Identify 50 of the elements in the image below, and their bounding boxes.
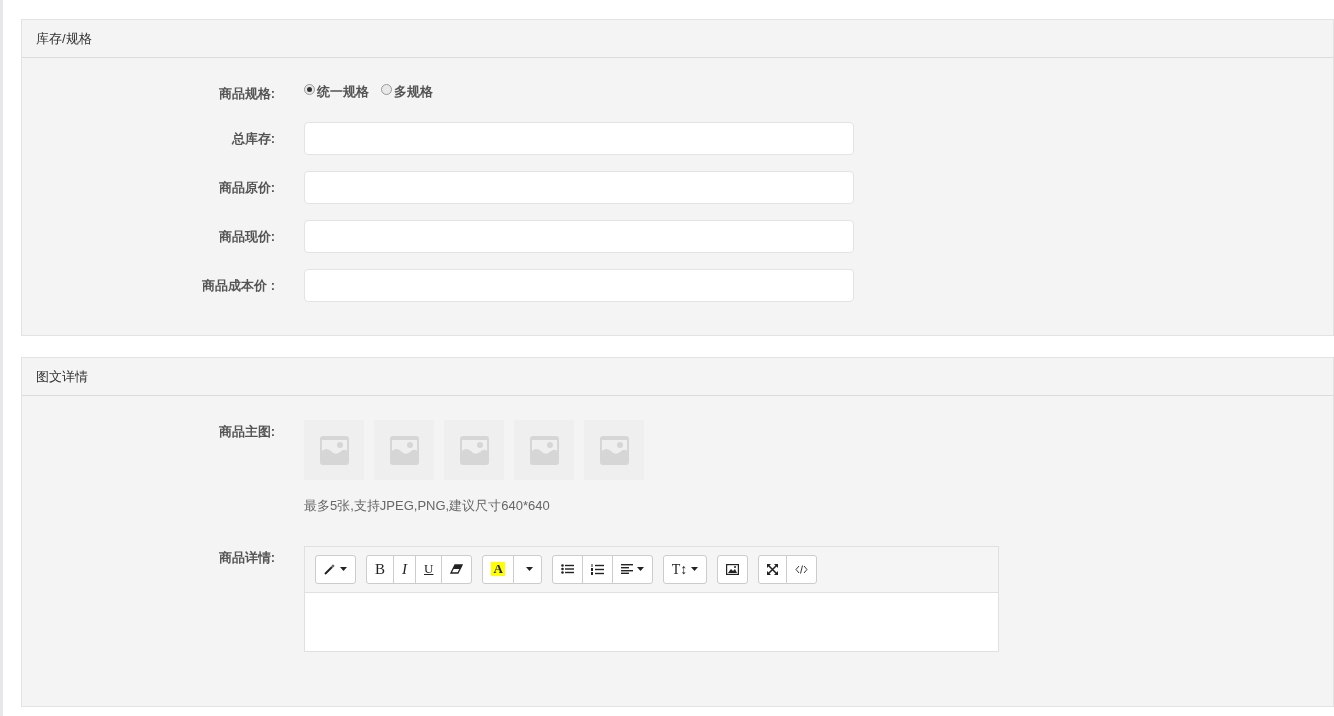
image-placeholder-icon [529, 435, 559, 465]
fullscreen-button[interactable] [758, 554, 788, 584]
eraser-button[interactable] [441, 554, 473, 584]
eraser-icon [450, 564, 464, 574]
caret-icon [525, 567, 533, 571]
dropdown-button[interactable] [512, 554, 542, 584]
align-left-button[interactable] [611, 554, 653, 584]
format-button[interactable]: T↕ [662, 554, 708, 584]
panel-title: 库存/规格 [22, 20, 1333, 58]
text-input[interactable] [304, 269, 854, 302]
highlight-color-button[interactable]: A [482, 554, 514, 584]
image-placeholder-icon [389, 435, 419, 465]
image-upload-slot[interactable] [584, 420, 644, 480]
numbered-list-button[interactable] [581, 554, 613, 584]
image-placeholder-icon [459, 435, 489, 465]
numbered-list-icon [590, 563, 604, 575]
upload-hint: 最多5张,支持JPEG,PNG,建议尺寸640*640 [304, 497, 551, 515]
picture-icon [726, 563, 740, 575]
field-label: 商品主图: [217, 423, 276, 441]
fullscreen-icon [767, 563, 779, 575]
code-icon [795, 564, 809, 574]
format-button[interactable]: B [366, 554, 394, 584]
radio-option[interactable]: 多规格 [381, 82, 433, 112]
bullet-list-icon [560, 564, 574, 574]
field-label: 商品规格: [217, 85, 276, 103]
format-button[interactable]: I [393, 554, 416, 584]
magic-wand-icon [324, 563, 336, 575]
radio-button[interactable] [381, 84, 392, 95]
image-upload-slot[interactable] [304, 420, 364, 480]
picture-button[interactable] [717, 554, 749, 584]
field-label: 商品原价: [217, 179, 276, 197]
text-input[interactable] [304, 122, 854, 155]
field-label: 总库存: [230, 130, 276, 148]
bullet-list-button[interactable] [551, 554, 583, 584]
field-label: 商品成本价 : [201, 277, 276, 295]
text-input[interactable] [304, 171, 854, 204]
image-upload-slot[interactable] [374, 420, 434, 480]
image-upload-slot[interactable] [514, 420, 574, 480]
text-input[interactable] [304, 220, 854, 253]
field-label: 商品现价: [217, 228, 276, 246]
image-placeholder-icon [599, 435, 629, 465]
image-placeholder-icon [319, 435, 349, 465]
radio-option[interactable]: 统一规格 [304, 82, 369, 112]
magic-wand-button[interactable] [315, 554, 356, 584]
image-upload-slot[interactable] [444, 420, 504, 480]
radio-button[interactable] [304, 84, 315, 95]
align-left-icon [620, 564, 633, 574]
format-button[interactable]: U [415, 554, 443, 584]
panel-title: 图文详情 [22, 358, 1333, 396]
field-label: 商品详情: [217, 548, 276, 567]
